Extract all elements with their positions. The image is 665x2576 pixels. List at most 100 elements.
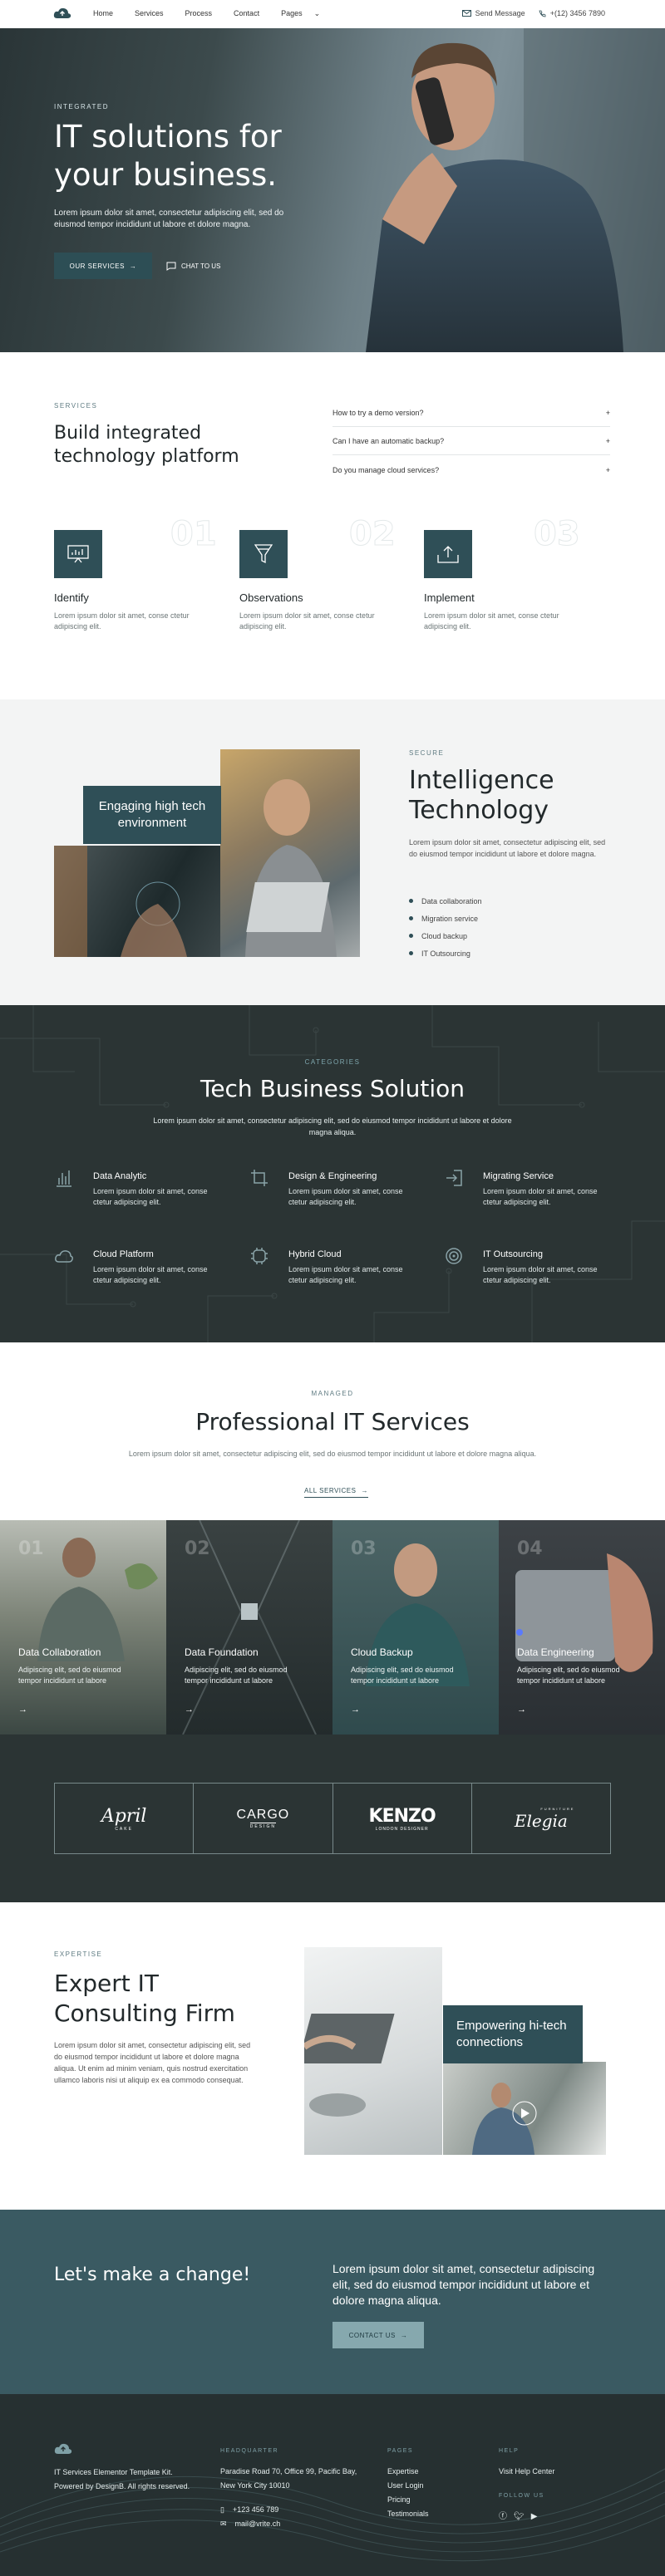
chevron-down-icon: ⌄ [313, 9, 321, 17]
faq-item[interactable]: Do you manage cloud services? + [332, 456, 610, 484]
footer-email-link[interactable]: ✉ mail@vrite.ch [220, 2517, 370, 2531]
cta-section: Let's make a change! Lorem ipsum dolor s… [0, 2210, 665, 2394]
pro-tag: MANAGED [311, 1390, 354, 1397]
cta-description: Lorem ipsum dolor sit amet, consectetur … [332, 2262, 595, 2307]
expert-badge: Empowering hi-tech connections [443, 2005, 583, 2063]
arrow-right-icon: → [400, 2331, 408, 2339]
list-item: Data collaboration [409, 892, 482, 910]
intelligence-section: Engaging high tech environment SECURE In… [0, 699, 665, 1005]
hero-description: Lorem ipsum dolor sit amet, consectetur … [54, 209, 284, 229]
service-tile-data-collaboration[interactable]: 01 Data Collaboration Adipiscing elit, s… [0, 1520, 166, 1735]
twitter-icon[interactable]: 🐦︎ [514, 2510, 525, 2524]
footer-about: IT Services Elementor Template Kit. Powe… [54, 2468, 190, 2490]
faq-item[interactable]: How to try a demo version? + [332, 399, 610, 427]
cloud-logo-icon[interactable] [53, 7, 71, 20]
expert-title: Expert IT Consulting Firm [54, 1970, 235, 2027]
hand-tech-image [54, 846, 220, 957]
expert-description: Lorem ipsum dolor sit amet, consectetur … [54, 2041, 251, 2084]
arrow-right-icon: → [361, 1487, 368, 1494]
arrow-right-icon: → [351, 1705, 360, 1715]
presentation-chart-icon [54, 530, 102, 578]
sign-in-icon [446, 1170, 462, 1186]
target-icon [446, 1248, 462, 1264]
footer-pages: PAGES Expertise User Login Pricing Testi… [387, 2444, 429, 2521]
plus-icon: + [605, 408, 610, 417]
intel-description: Lorem ipsum dolor sit amet, consectetur … [409, 838, 606, 858]
tech-solutions-section: CATEGORIES Tech Business Solution Lorem … [0, 1005, 665, 1342]
intel-list: Data collaboration Migration service Clo… [409, 892, 482, 962]
envelope-icon: ✉ [220, 2520, 227, 2528]
services-tag: SERVICES [54, 402, 98, 410]
plus-icon: + [605, 466, 610, 474]
nav-services[interactable]: Services [135, 9, 164, 18]
phone-link[interactable]: +(12) 3456 7890 [539, 9, 605, 17]
feature-name: Identify [54, 591, 89, 604]
footer: IT Services Elementor Template Kit. Powe… [0, 2394, 665, 2576]
send-message-link[interactable]: Send Message [461, 9, 525, 17]
footer-help: HELP Visit Help Center FOLLOW US ⓕ 🐦︎ ▶ [499, 2444, 554, 2524]
hero-person-image [332, 28, 665, 352]
contact-us-button[interactable]: CONTACT US → [332, 2322, 424, 2348]
hero-section: INTEGRATED IT solutions for your busines… [0, 28, 665, 352]
intel-tag: SECURE [409, 749, 445, 757]
filter-funnel-icon [239, 530, 288, 578]
list-item: Cloud backup [409, 927, 482, 945]
brand-logos: April CAKE CARGO DESIGN KENZO LONDON DES… [54, 1783, 611, 1854]
feature-text: Lorem ipsum dolor sit amet, conse ctetur… [424, 611, 559, 631]
footer-cloud-logo-icon[interactable] [54, 2442, 72, 2456]
youtube-icon[interactable]: ▶ [531, 2510, 538, 2524]
facebook-icon[interactable]: ⓕ [499, 2510, 507, 2524]
hero-tag: INTEGRATED [54, 103, 109, 110]
intel-title: Intelligence Technology [409, 766, 554, 825]
chip-icon [251, 1248, 268, 1264]
footer-link[interactable]: Expertise [387, 2465, 429, 2479]
footer-address: Paradise Road 70, Office 99, Pacific Bay… [220, 2467, 357, 2490]
chat-to-us-button[interactable]: CHAT TO US [166, 253, 220, 279]
nav-contact[interactable]: Contact [234, 9, 259, 18]
footer-link[interactable]: Pricing [387, 2493, 429, 2507]
service-tile-data-foundation[interactable]: 02 Data Foundation Adipiscing elit, sed … [166, 1520, 332, 1735]
footer-link[interactable]: User Login [387, 2479, 429, 2493]
crop-icon [251, 1170, 268, 1186]
feature-implement: Implement Lorem ipsum dolor sit amet, co… [424, 530, 590, 632]
feature-text: Lorem ipsum dolor sit amet, conse ctetur… [54, 611, 190, 631]
nav-home[interactable]: Home [93, 9, 113, 18]
pro-title: Professional IT Services [195, 1408, 470, 1435]
feature-observations: Observations Lorem ipsum dolor sit amet,… [239, 530, 406, 632]
help-center-link[interactable]: Visit Help Center [499, 2465, 554, 2479]
nav-process[interactable]: Process [185, 9, 213, 18]
brand-logo-kenzo: KENZO LONDON DESIGNER [333, 1784, 472, 1853]
all-services-link[interactable]: ALL SERVICES → [304, 1487, 368, 1498]
hero-title: IT solutions for your business. [54, 119, 282, 193]
plus-icon: + [605, 436, 610, 445]
pro-description: Lorem ipsum dolor sit amet, consectetur … [128, 1450, 537, 1458]
arrow-right-icon: → [18, 1705, 27, 1715]
list-item: IT Outsourcing [409, 945, 482, 962]
arrow-right-icon: → [129, 262, 137, 270]
tech-title: Tech Business Solution [200, 1075, 466, 1102]
upload-tray-icon [424, 530, 472, 578]
phone-icon: ▯ [220, 2505, 224, 2514]
intel-badge: Engaging high tech environment [83, 786, 221, 844]
footer-phone-link[interactable]: ▯ +123 456 789 [220, 2503, 370, 2517]
arrow-right-icon: → [185, 1705, 194, 1715]
feature-identify: Identify Lorem ipsum dolor sit amet, con… [54, 530, 220, 632]
list-item: Migration service [409, 910, 482, 927]
laptop-desk-image [304, 1947, 442, 2155]
service-tile-data-engineering[interactable]: 04 Data Engineering Adipiscing elit, sed… [499, 1520, 665, 1735]
businessman-laptop-image [220, 749, 360, 957]
bar-chart-icon [57, 1170, 71, 1187]
brand-logo-april: April CAKE [55, 1784, 195, 1853]
nav-pages[interactable]: Pages ⌄ [281, 9, 320, 18]
phone-icon [539, 10, 546, 17]
top-navigation: Home Services Process Contact Pages ⌄ Sen… [0, 0, 665, 28]
footer-headquarter: HEADQUARTER Paradise Road 70, Office 99,… [220, 2444, 370, 2531]
chat-bubble-icon [166, 262, 176, 271]
faq-item[interactable]: Can I have an automatic backup? + [332, 427, 610, 455]
service-tile-cloud-backup[interactable]: 03 Cloud Backup Adipiscing elit, sed do … [332, 1520, 499, 1735]
our-services-button[interactable]: OUR SERVICES → [54, 253, 152, 279]
expert-tag: EXPERTISE [54, 1950, 103, 1958]
feature-name: Observations [239, 591, 303, 604]
footer-link[interactable]: Testimonials [387, 2507, 429, 2521]
cloud-icon [55, 1250, 73, 1263]
